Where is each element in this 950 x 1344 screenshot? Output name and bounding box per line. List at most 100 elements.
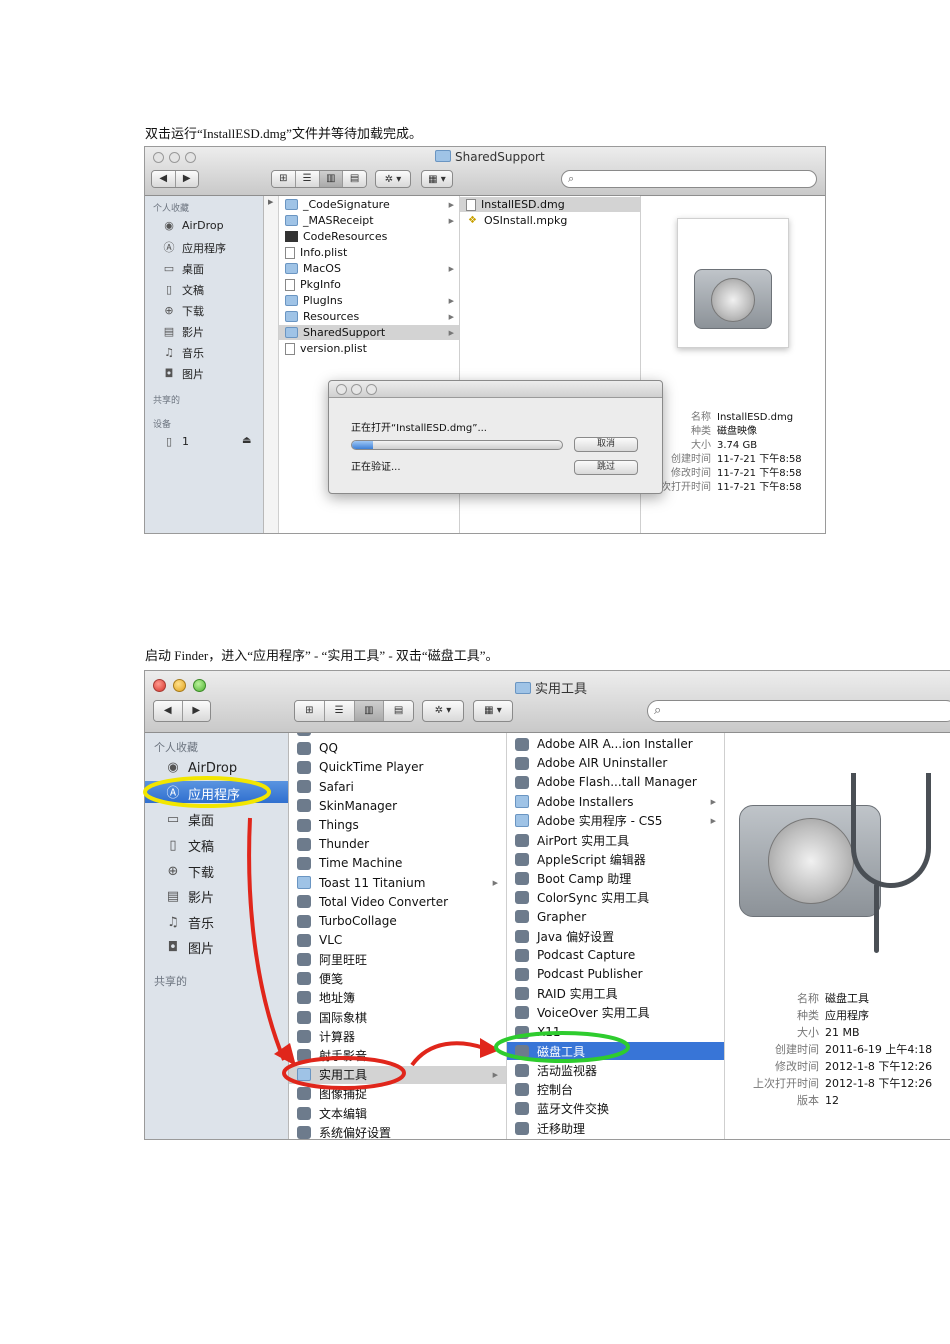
forward-icon[interactable]: ▶ [182, 701, 210, 721]
sidebar-item-airdrop[interactable]: ◉ AirDrop [163, 219, 223, 232]
list-item[interactable]: AppleScript 编辑器 [507, 850, 724, 868]
list-item[interactable]: PkgInfo [279, 277, 459, 292]
sidebar-item-pictures[interactable]: ◘ 图片 [165, 938, 214, 958]
sidebar-item-desktop[interactable]: ▭ 桌面 [165, 810, 214, 830]
arrange-button[interactable]: ▦ ▾ [473, 700, 513, 722]
list-item[interactable]: SkinManager [289, 797, 506, 815]
list-item[interactable]: CodeResources [279, 229, 459, 244]
list-item[interactable]: 控制台 [507, 1081, 724, 1099]
list-item[interactable]: 系统偏好设置 [289, 1123, 506, 1139]
column-view-icon[interactable]: ▥ [354, 701, 385, 721]
sidebar-item-downloads[interactable]: ⊕ 下载 [165, 862, 214, 882]
list-item[interactable]: PhotoEnhancer Core [289, 733, 506, 738]
sidebar-item-downloads[interactable]: ⊕ 下载 [163, 303, 204, 319]
list-item[interactable]: Adobe Installers ▶ [507, 793, 724, 811]
action-button[interactable]: ✲ ▾ [375, 170, 411, 188]
forward-icon[interactable]: ▶ [175, 171, 198, 187]
skip-button[interactable]: 跳过 [574, 460, 638, 475]
list-item[interactable]: Adobe AIR A...ion Installer [507, 735, 724, 753]
sidebar-item-device[interactable]: ▯ 1 [163, 435, 189, 448]
list-view-icon[interactable]: ☰ [295, 171, 320, 187]
coverflow-view-icon[interactable]: ▤ [384, 701, 413, 721]
list-item[interactable]: VoiceOver 实用工具 [507, 1004, 724, 1022]
minimize-button[interactable] [173, 679, 186, 692]
list-item[interactable]: 阿里旺旺 [289, 950, 506, 968]
list-item[interactable]: Boot Camp 助理 [507, 869, 724, 887]
list-item-selected[interactable]: SharedSupport ▶ [279, 325, 459, 340]
list-item[interactable]: 射手影音 [289, 1046, 506, 1064]
sidebar-item-movies[interactable]: ▤ 影片 [163, 324, 204, 340]
search-field[interactable]: ⌕ [561, 170, 817, 188]
sidebar-item-pictures[interactable]: ◘ 图片 [163, 366, 204, 382]
list-item[interactable]: _CodeSignature ▶ [279, 197, 459, 212]
list-item[interactable]: Toast 11 Titanium ▶ [289, 874, 506, 892]
list-item[interactable]: version.plist [279, 341, 459, 356]
list-item[interactable]: Total Video Converter [289, 893, 506, 911]
search-field[interactable]: ⌕ [647, 700, 950, 722]
list-item[interactable]: ColorSync 实用工具 [507, 889, 724, 907]
zoom-button[interactable] [185, 152, 196, 163]
back-icon[interactable]: ◀ [152, 171, 176, 187]
list-item[interactable]: _MASReceipt ▶ [279, 213, 459, 228]
list-item-selected[interactable]: 实用工具 ▶ [289, 1065, 506, 1084]
list-item[interactable]: X11 [507, 1023, 724, 1041]
back-forward-control[interactable]: ◀ ▶ [151, 170, 199, 188]
list-item[interactable]: Podcast Capture [507, 946, 724, 964]
list-item[interactable]: 图像捕捉 [289, 1085, 506, 1103]
list-item[interactable]: 蓝牙文件交换 [507, 1100, 724, 1118]
list-item[interactable]: QQ [289, 739, 506, 757]
list-item-selected[interactable]: InstallESD.dmg [460, 197, 640, 212]
icon-view-icon[interactable]: ⊞ [272, 171, 296, 187]
sidebar-item-applications[interactable]: Ⓐ 应用程序 [165, 784, 240, 804]
list-item[interactable]: PlugIns ▶ [279, 293, 459, 308]
list-item[interactable]: Resources ▶ [279, 309, 459, 324]
back-icon[interactable]: ◀ [154, 701, 183, 721]
list-item[interactable]: Safari [289, 778, 506, 796]
column-view-icon[interactable]: ▥ [319, 171, 344, 187]
list-item[interactable]: Podcast Publisher [507, 965, 724, 983]
list-item[interactable]: Things [289, 816, 506, 834]
list-item[interactable]: RAID 实用工具 [507, 985, 724, 1003]
close-button[interactable] [336, 384, 347, 395]
list-item[interactable]: QuickTime Player [289, 758, 506, 776]
list-item[interactable]: Adobe Flash...tall Manager [507, 773, 724, 791]
list-item[interactable]: Info.plist [279, 245, 459, 260]
action-button[interactable]: ✲ ▾ [422, 700, 464, 722]
list-item[interactable]: Java 偏好设置 [507, 927, 724, 945]
list-item[interactable]: 活动监视器 [507, 1061, 724, 1079]
sidebar-item-desktop[interactable]: ▭ 桌面 [163, 261, 204, 277]
list-item[interactable]: Grapher [507, 908, 724, 926]
eject-icon[interactable]: ⏏ [242, 435, 251, 446]
cancel-button[interactable]: 取消 [574, 437, 638, 452]
sidebar-item-documents[interactable]: ▯ 文稿 [163, 282, 204, 298]
arrange-button[interactable]: ▦ ▾ [421, 170, 453, 188]
close-button[interactable] [153, 679, 166, 692]
list-item[interactable]: 国际象棋 [289, 1008, 506, 1026]
list-item[interactable]: 地址簿 [289, 989, 506, 1007]
coverflow-view-icon[interactable]: ▤ [343, 171, 366, 187]
list-item[interactable]: Thunder [289, 835, 506, 853]
zoom-button[interactable] [366, 384, 377, 395]
list-item[interactable]: ❖ OSInstall.mpkg [460, 213, 640, 228]
sidebar-item-movies[interactable]: ▤ 影片 [165, 887, 214, 907]
list-item[interactable]: 数码测色计 [507, 1138, 724, 1139]
list-item[interactable]: TurboCollage [289, 912, 506, 930]
list-item[interactable]: MacOS ▶ [279, 261, 459, 276]
sidebar-item-airdrop[interactable]: ◉ AirDrop [165, 760, 237, 776]
view-switcher[interactable]: ⊞ ☰ ▥ ▤ [294, 700, 414, 722]
list-item[interactable]: 迁移助理 [507, 1119, 724, 1137]
list-item[interactable]: 计算器 [289, 1027, 506, 1045]
sidebar-item-documents[interactable]: ▯ 文稿 [165, 836, 214, 856]
list-item[interactable]: 便笺 [289, 970, 506, 988]
minimize-button[interactable] [169, 152, 180, 163]
list-item[interactable]: 文本编辑 [289, 1104, 506, 1122]
close-button[interactable] [153, 152, 164, 163]
list-item[interactable]: Adobe 实用程序 - CS5 ▶ [507, 812, 724, 830]
list-item[interactable]: VLC [289, 931, 506, 949]
sidebar-item-music[interactable]: ♫ 音乐 [165, 913, 214, 933]
back-forward-control[interactable]: ◀ ▶ [153, 700, 211, 722]
minimize-button[interactable] [351, 384, 362, 395]
sidebar-item-music[interactable]: ♫ 音乐 [163, 345, 204, 361]
sidebar-item-applications[interactable]: Ⓐ 应用程序 [163, 240, 227, 256]
view-switcher[interactable]: ⊞ ☰ ▥ ▤ [271, 170, 367, 188]
